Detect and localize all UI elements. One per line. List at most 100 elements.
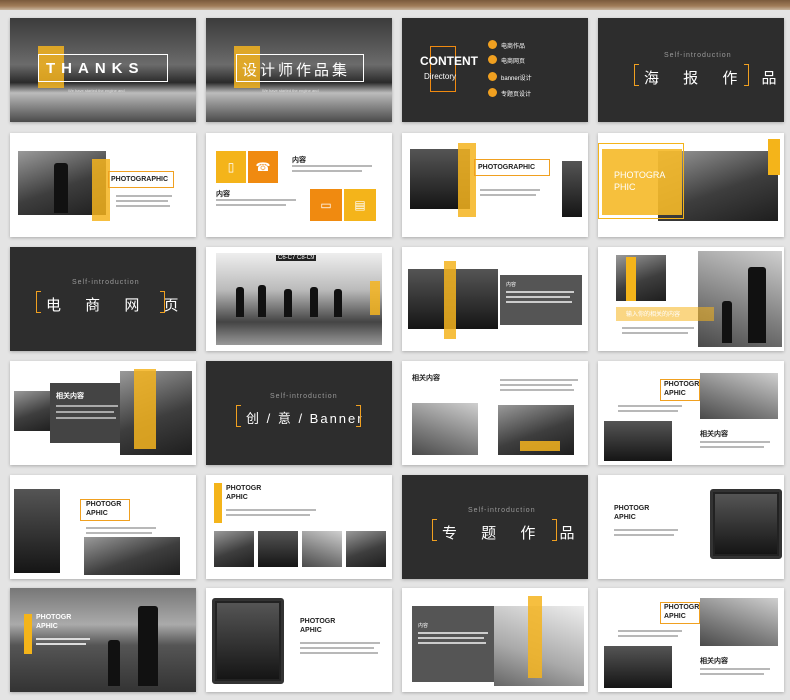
accent-bar — [92, 159, 110, 221]
slide-title-line1: PHOTOGR — [226, 485, 262, 492]
accent-bar — [458, 143, 476, 217]
building-photo — [604, 646, 672, 688]
slide-title-line2: APHIC — [664, 613, 686, 620]
body-text — [700, 441, 770, 443]
body-text — [36, 643, 86, 645]
body-text — [618, 635, 678, 637]
pier-photo — [14, 391, 54, 431]
slide-laptop-mockup-1[interactable]: PHOTOGR APHIC — [598, 475, 784, 579]
body-text — [86, 527, 156, 529]
body-text — [614, 534, 674, 536]
body-text — [418, 637, 484, 639]
person-silhouette — [748, 267, 766, 343]
section-title: 创 / 意 / Banner — [246, 411, 364, 426]
accent-bar — [520, 441, 560, 451]
body-text — [700, 446, 764, 448]
child-silhouette — [722, 301, 732, 343]
section-label: Self-introduction — [270, 393, 338, 400]
slide-photographic-7[interactable]: PHOTOGR APHIC 相关内容 — [598, 588, 784, 692]
slide-title-line2: APHIC — [86, 510, 108, 517]
bracket-left — [432, 519, 437, 541]
slide-laptop-mockup-2[interactable]: PHOTOGR APHIC — [206, 588, 392, 692]
body-text — [500, 384, 572, 386]
slide-title: 设计师作品集 — [242, 62, 351, 79]
slide-title-line1: PHOTOGR — [614, 505, 650, 512]
wood-desk-strip — [0, 0, 790, 10]
gallery-photo-2 — [258, 531, 298, 567]
slide-laptop-content[interactable]: 内容 — [402, 588, 588, 692]
bracket-left — [36, 291, 41, 313]
slide-title: THANKS — [46, 60, 145, 77]
body-text — [216, 199, 296, 201]
slide-subtitle: We have started the engine and — [262, 88, 319, 93]
person-silhouette — [258, 285, 266, 317]
panel-label: 内容 — [506, 282, 517, 288]
bullet-icon — [488, 72, 497, 81]
slide-title-line1: PHOTOGR — [664, 604, 700, 611]
slide-photographic-2[interactable]: PHOTOGRAPHIC — [402, 133, 588, 237]
slide-portfolio-cover[interactable]: 设计师作品集 We have started the engine and — [206, 18, 392, 122]
bullet-icon — [488, 40, 497, 49]
body-text — [500, 389, 574, 391]
slide-photographic-3[interactable]: PHOTOGRA PHIC — [598, 133, 784, 237]
slide-thanks[interactable]: THANKS We have started the engine and — [10, 18, 196, 122]
person-silhouette — [138, 606, 158, 686]
slide-icon-features[interactable]: ▯ ☎ 内容 内容 ▭ ▤ — [206, 133, 392, 237]
slide-grid: THANKS We have started the engine and 设计… — [10, 18, 784, 694]
beach-photo — [10, 588, 196, 692]
section-title: 专 题 作 品 — [442, 525, 585, 542]
body-text — [56, 411, 114, 413]
feature-label: 内容 — [216, 191, 230, 198]
person-silhouette — [236, 287, 244, 317]
slide-airport-photo[interactable]: C6-C7 C8-C9 — [206, 247, 392, 351]
slide-photographic-1[interactable]: PHOTOGRAPHIC — [10, 133, 196, 237]
slide-related-content-2[interactable]: 相关内容 — [402, 361, 588, 465]
slide-title-line2: APHIC — [614, 514, 636, 521]
slide-beach-family[interactable]: 输入你的相关的内容 — [598, 247, 784, 351]
slide-feature-section[interactable]: Self-introduction 专 题 作 品 — [402, 475, 588, 579]
slide-related-content-1[interactable]: 相关内容 — [10, 361, 196, 465]
body-text — [618, 630, 682, 632]
body-text — [226, 514, 310, 516]
body-text — [116, 205, 170, 207]
body-text — [418, 642, 486, 644]
building-photo — [604, 421, 672, 461]
directory-item: banner设计 — [501, 76, 532, 82]
content-subtitle: Directory — [424, 72, 457, 81]
slide-title-line1: PHOTOGR — [300, 618, 336, 625]
directory-item: 专题页设计 — [501, 92, 532, 98]
slide-title-line1: PHOTOGR — [86, 501, 122, 508]
body-text — [292, 170, 362, 172]
slide-beach-photographic[interactable]: PHOTOGR APHIC — [10, 588, 196, 692]
directory-item: 电商作品 — [501, 44, 526, 50]
slide-title-line1: PHOTOGR — [36, 614, 72, 621]
accent-bar — [134, 369, 156, 449]
accent-bar — [214, 483, 222, 523]
bracket-right — [552, 519, 557, 541]
gallery-photo-3 — [302, 531, 342, 567]
title-frame — [598, 143, 684, 219]
slide-photographic-4[interactable]: PHOTOGR APHIC 相关内容 — [598, 361, 784, 465]
body-text — [418, 632, 488, 634]
slide-ecommerce-section[interactable]: Self-introduction 电 商 网 页 — [10, 247, 196, 351]
slide-banner-section[interactable]: Self-introduction 创 / 意 / Banner — [206, 361, 392, 465]
body-text — [292, 165, 372, 167]
laptop-screen — [217, 603, 279, 679]
body-text — [300, 647, 374, 649]
body-text — [500, 379, 578, 381]
body-text — [700, 673, 764, 675]
slide-poster-section[interactable]: Self-introduction 海 报 作 品 — [598, 18, 784, 122]
wallet-icon: ▤ — [344, 189, 376, 221]
child-silhouette — [108, 640, 120, 686]
caption: 输入你的相关的内容 — [626, 312, 681, 318]
gallery-photo-4 — [346, 531, 386, 567]
slide-subtitle: We have started the engine and — [68, 88, 125, 93]
body-text — [622, 327, 694, 329]
body-text — [300, 652, 378, 654]
directory-item: 电商网页 — [501, 59, 526, 65]
slide-content-directory[interactable]: CONTENT Directory 电商作品 电商网页 banner设计 专题页… — [402, 18, 588, 122]
slide-photographic-5[interactable]: PHOTOGR APHIC — [10, 475, 196, 579]
city-photo — [700, 598, 778, 646]
slide-highway-content[interactable]: 内容 — [402, 247, 588, 351]
slide-photographic-6[interactable]: PHOTOGR APHIC — [206, 475, 392, 579]
